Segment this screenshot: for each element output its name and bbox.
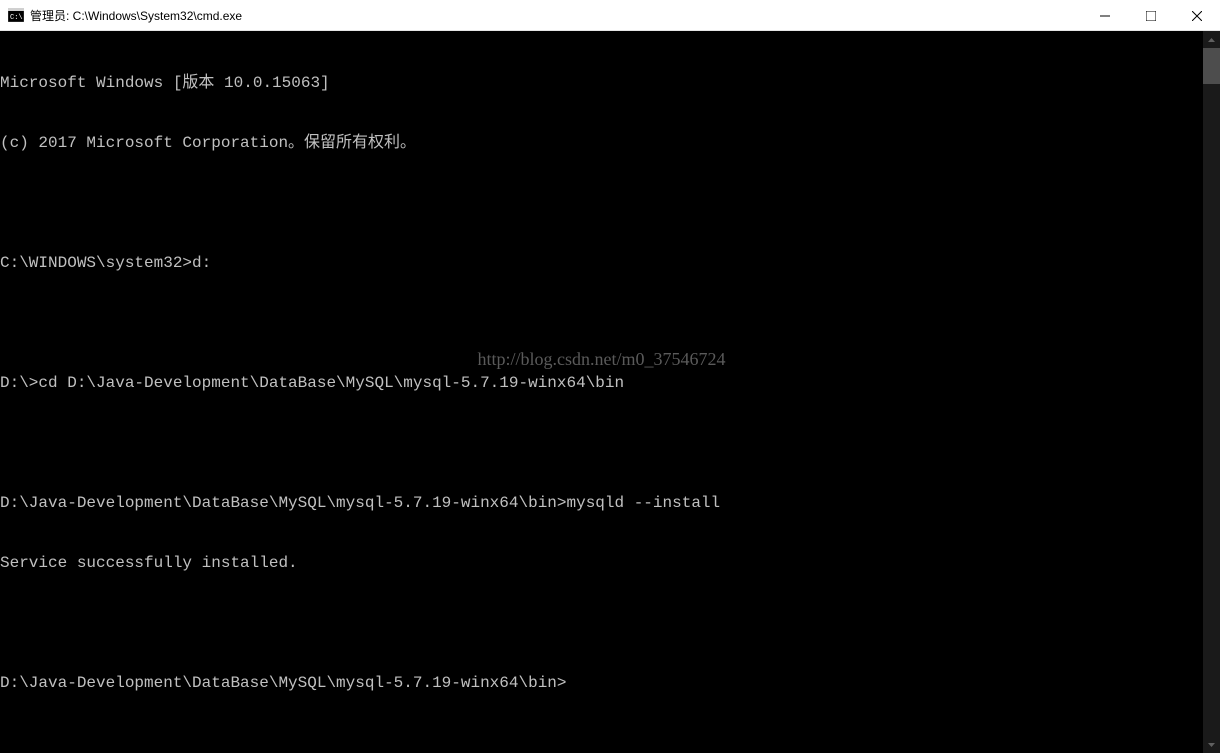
window-title: 管理员: C:\Windows\System32\cmd.exe [30,7,1082,24]
maximize-icon [1146,11,1156,21]
minimize-icon [1100,11,1110,21]
terminal-line: D:\Java-Development\DataBase\MySQL\mysql… [0,673,1203,693]
terminal-line [0,433,1203,453]
terminal-line: D:\Java-Development\DataBase\MySQL\mysql… [0,493,1203,513]
scroll-thumb[interactable] [1203,48,1220,84]
minimize-button[interactable] [1082,0,1128,31]
chevron-up-icon [1208,38,1215,42]
terminal-line: D:\>cd D:\Java-Development\DataBase\MySQ… [0,373,1203,393]
svg-text:C:\: C:\ [10,14,23,22]
terminal-line: Microsoft Windows [版本 10.0.15063] [0,73,1203,93]
terminal-line [0,613,1203,633]
terminal-content[interactable]: Microsoft Windows [版本 10.0.15063] (c) 20… [0,31,1203,753]
watermark-text: http://blog.csdn.net/m0_37546724 [0,349,1203,369]
vertical-scrollbar[interactable] [1203,31,1220,753]
terminal-line [0,193,1203,213]
scroll-down-button[interactable] [1203,736,1220,753]
close-icon [1192,11,1202,21]
scroll-up-button[interactable] [1203,31,1220,48]
scroll-track[interactable] [1203,48,1220,736]
cmd-window: C:\ 管理员: C:\Windows\System32\cmd.exe [0,0,1220,636]
terminal-area: Microsoft Windows [版本 10.0.15063] (c) 20… [0,31,1220,753]
terminal-line: C:\WINDOWS\system32>d: [0,253,1203,273]
window-controls [1082,0,1220,30]
terminal-line: Service successfully installed. [0,553,1203,573]
terminal-line: (c) 2017 Microsoft Corporation。保留所有权利。 [0,133,1203,153]
terminal-line [0,313,1203,333]
cmd-icon: C:\ [8,7,24,23]
maximize-button[interactable] [1128,0,1174,31]
chevron-down-icon [1208,743,1215,747]
close-button[interactable] [1174,0,1220,31]
titlebar[interactable]: C:\ 管理员: C:\Windows\System32\cmd.exe [0,0,1220,31]
